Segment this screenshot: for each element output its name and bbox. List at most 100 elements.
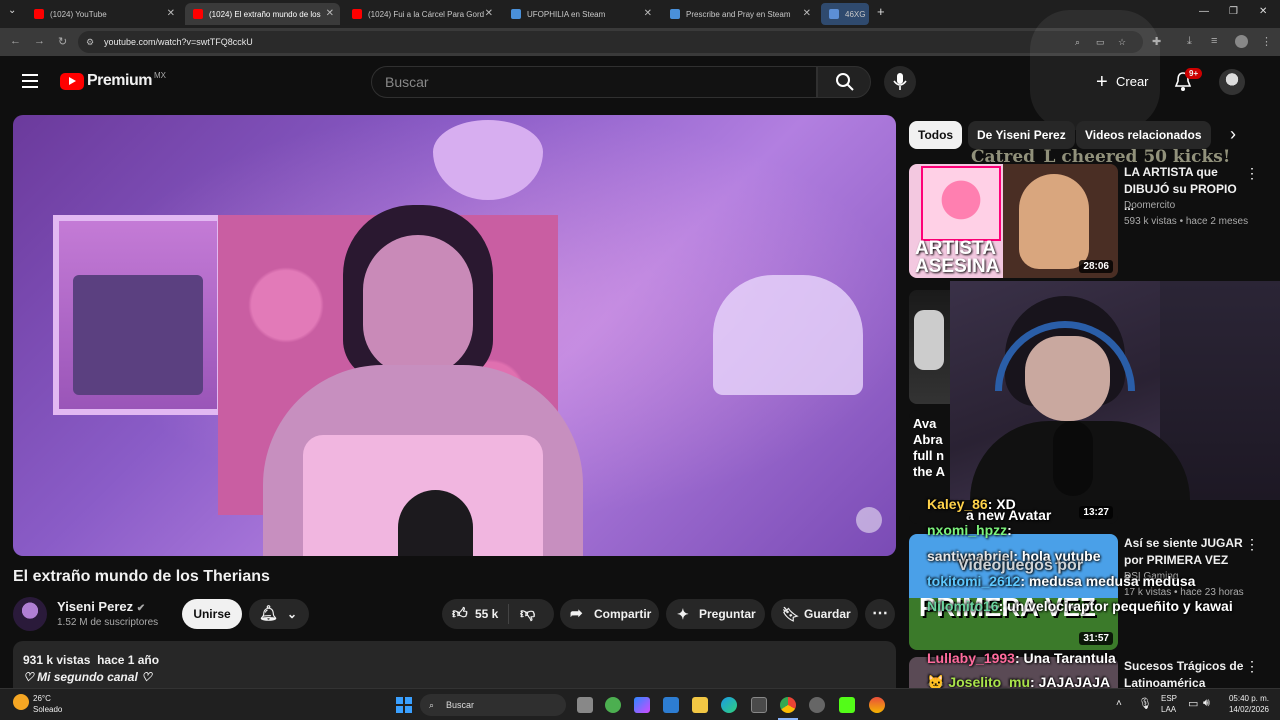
volume-icon[interactable]: 🔊︎ — [1203, 697, 1210, 710]
network-icon[interactable]: ▭ — [1188, 697, 1198, 710]
scene-cat-bed — [713, 275, 863, 395]
close-icon[interactable]: ✕ — [167, 8, 175, 19]
reading-list-icon[interactable]: ≡ — [1211, 35, 1217, 47]
voice-search-button[interactable] — [884, 66, 916, 98]
url-field[interactable]: ⚙ youtube.com/watch?v=swtTFQ8cckU ⌕ ▭ ☆ — [78, 31, 1143, 53]
task-view-icon[interactable] — [577, 697, 593, 713]
weather-text[interactable]: Soleado — [33, 705, 62, 714]
close-icon[interactable]: ✕ — [326, 8, 334, 19]
tab-active-video[interactable]: (1024) El extraño mundo de los ✕ — [185, 3, 340, 25]
rec-thumbnail[interactable]: ARTISTA ASESINA 28:06 — [909, 164, 1118, 278]
dislike-button[interactable]: 👎︎ — [520, 599, 535, 629]
search-input[interactable]: Buscar — [371, 66, 817, 98]
weather-temp[interactable]: 26°C — [33, 694, 51, 703]
window-close-icon[interactable]: ✕ — [1259, 6, 1267, 17]
chip-todos[interactable]: Todos — [909, 121, 963, 149]
chevron-right-icon[interactable]: › — [1230, 124, 1236, 145]
bell-icon: 🔔︎ — [259, 605, 279, 622]
duration-badge: 28:06 — [1079, 260, 1113, 273]
back-icon[interactable]: ← — [10, 35, 21, 47]
chat-line: nxomi_hpzz: — [927, 522, 1012, 538]
taskbar-search[interactable]: ⌕ Buscar — [420, 694, 566, 716]
url-text: youtube.com/watch?v=swtTFQ8cckU — [104, 37, 253, 47]
clock-time[interactable]: 05:40 p. m. — [1227, 694, 1269, 703]
clock-date[interactable]: 14/02/2026 — [1227, 705, 1269, 714]
hamburger-menu-icon[interactable] — [22, 74, 38, 88]
weather-icon[interactable] — [13, 694, 29, 710]
keyboard-layout[interactable]: LAA — [1161, 705, 1176, 714]
copilot-icon[interactable] — [634, 697, 650, 713]
avatar[interactable] — [1219, 69, 1245, 95]
close-icon[interactable]: ✕ — [803, 8, 811, 19]
tab-prescribe[interactable]: Prescribe and Pray en Steam ✕ — [662, 3, 817, 25]
chevron-up-icon[interactable]: ˄ — [1116, 698, 1122, 709]
language-indicator[interactable]: ESP — [1161, 694, 1177, 703]
site-info-icon[interactable]: ⚙ — [86, 31, 94, 53]
tab-carcel[interactable]: (1024) Fui a la Cárcel Para Gord ✕ — [344, 3, 499, 25]
rec-meta: 593 k vistas • hace 2 meses — [1124, 216, 1249, 227]
youtube-premium-logo[interactable]: Premium MX — [60, 71, 166, 90]
download-icon[interactable]: ⤓ — [1187, 35, 1192, 48]
store-icon[interactable] — [663, 697, 679, 713]
tab-group[interactable]: 46XG — [821, 3, 869, 25]
kick-icon[interactable] — [839, 697, 855, 713]
chip-videos-relacionados[interactable]: Videos relacionados — [1076, 121, 1211, 149]
more-options-icon[interactable]: ⋮ — [1245, 536, 1259, 553]
new-tab-icon[interactable]: + — [877, 4, 885, 19]
create-label: Crear — [1116, 74, 1149, 89]
chip-de-yiseni[interactable]: De Yiseni Perez — [968, 121, 1075, 149]
video-player[interactable] — [13, 115, 896, 556]
profile-icon[interactable] — [1235, 35, 1248, 48]
app-icon[interactable] — [869, 697, 885, 713]
share-button[interactable]: ➦ Compartir — [560, 599, 659, 629]
tab-ufophilia[interactable]: UFOPHILIA en Steam ✕ — [503, 3, 658, 25]
forward-icon[interactable]: → — [34, 35, 45, 47]
tab-search-icon[interactable]: ⌄ — [8, 5, 16, 16]
maximize-icon[interactable]: ❐ — [1229, 6, 1238, 17]
youtube-header: Premium MX Buscar + Crear 9+ — [0, 10, 1280, 130]
chevron-down-icon: ⌄ — [287, 607, 298, 621]
minimize-icon[interactable]: — — [1199, 6, 1209, 17]
scene-poster — [73, 275, 203, 395]
notifications-button[interactable]: 9+ — [1174, 68, 1203, 97]
youtube-favicon-icon — [352, 9, 362, 19]
more-options-icon[interactable]: ⋮ — [1245, 658, 1259, 675]
save-button[interactable]: 🔖︎ Guardar — [771, 599, 858, 629]
app-icon[interactable] — [605, 697, 621, 713]
chat-line: a new Avatar — [966, 507, 1052, 523]
subscribe-bell-button[interactable]: 🔔︎ ⌄ — [249, 599, 309, 629]
file-explorer-icon[interactable] — [692, 697, 708, 713]
plus-icon: + — [1096, 71, 1108, 93]
close-icon[interactable]: ✕ — [644, 8, 652, 19]
chat-line: tokitomi_2612: medusa medusa medusa — [927, 573, 1196, 589]
join-button[interactable]: Unirse — [182, 599, 242, 629]
reload-icon[interactable]: ↻ — [58, 35, 67, 48]
channel-avatar[interactable] — [13, 597, 47, 631]
like-button[interactable]: 👍︎ — [452, 599, 468, 629]
channel-name[interactable]: Yiseni Perez ✔ — [57, 599, 145, 614]
channel-watermark-icon[interactable] — [856, 507, 882, 533]
app-icon[interactable] — [751, 697, 767, 713]
app-icon[interactable] — [809, 697, 825, 713]
thumb-figure — [914, 310, 944, 370]
microphone-icon[interactable]: 🎙︎ — [1138, 697, 1152, 710]
rec-title[interactable]: Sucesos Trágicos de Latinoamérica — [1124, 658, 1244, 692]
tab-label: 46XG — [845, 9, 866, 19]
chrome-icon[interactable] — [780, 697, 796, 713]
menu-icon[interactable]: ⋮ — [1261, 35, 1272, 48]
search-icon — [836, 73, 854, 91]
more-options-icon[interactable]: ⋮ — [1245, 165, 1259, 182]
like-dislike-group: 👍︎ 55 k 👎︎ — [442, 599, 554, 629]
cam-microphone — [1053, 421, 1093, 496]
edge-icon[interactable] — [721, 697, 737, 713]
tab-youtube[interactable]: (1024) YouTube ✕ — [26, 3, 181, 25]
more-actions-button[interactable]: ⋯ — [865, 599, 895, 629]
close-icon[interactable]: ✕ — [485, 8, 493, 19]
thumb-text: Ava Abra full n the A — [913, 416, 946, 479]
ask-button[interactable]: ✦ Preguntar — [666, 599, 765, 629]
rec-channel[interactable]: Doomercito — [1124, 200, 1175, 211]
windows-start-icon[interactable] — [396, 697, 412, 713]
bookmark-icon: 🔖︎ — [782, 606, 800, 622]
search-button[interactable] — [817, 66, 871, 98]
create-button[interactable]: + Crear — [1090, 66, 1154, 98]
